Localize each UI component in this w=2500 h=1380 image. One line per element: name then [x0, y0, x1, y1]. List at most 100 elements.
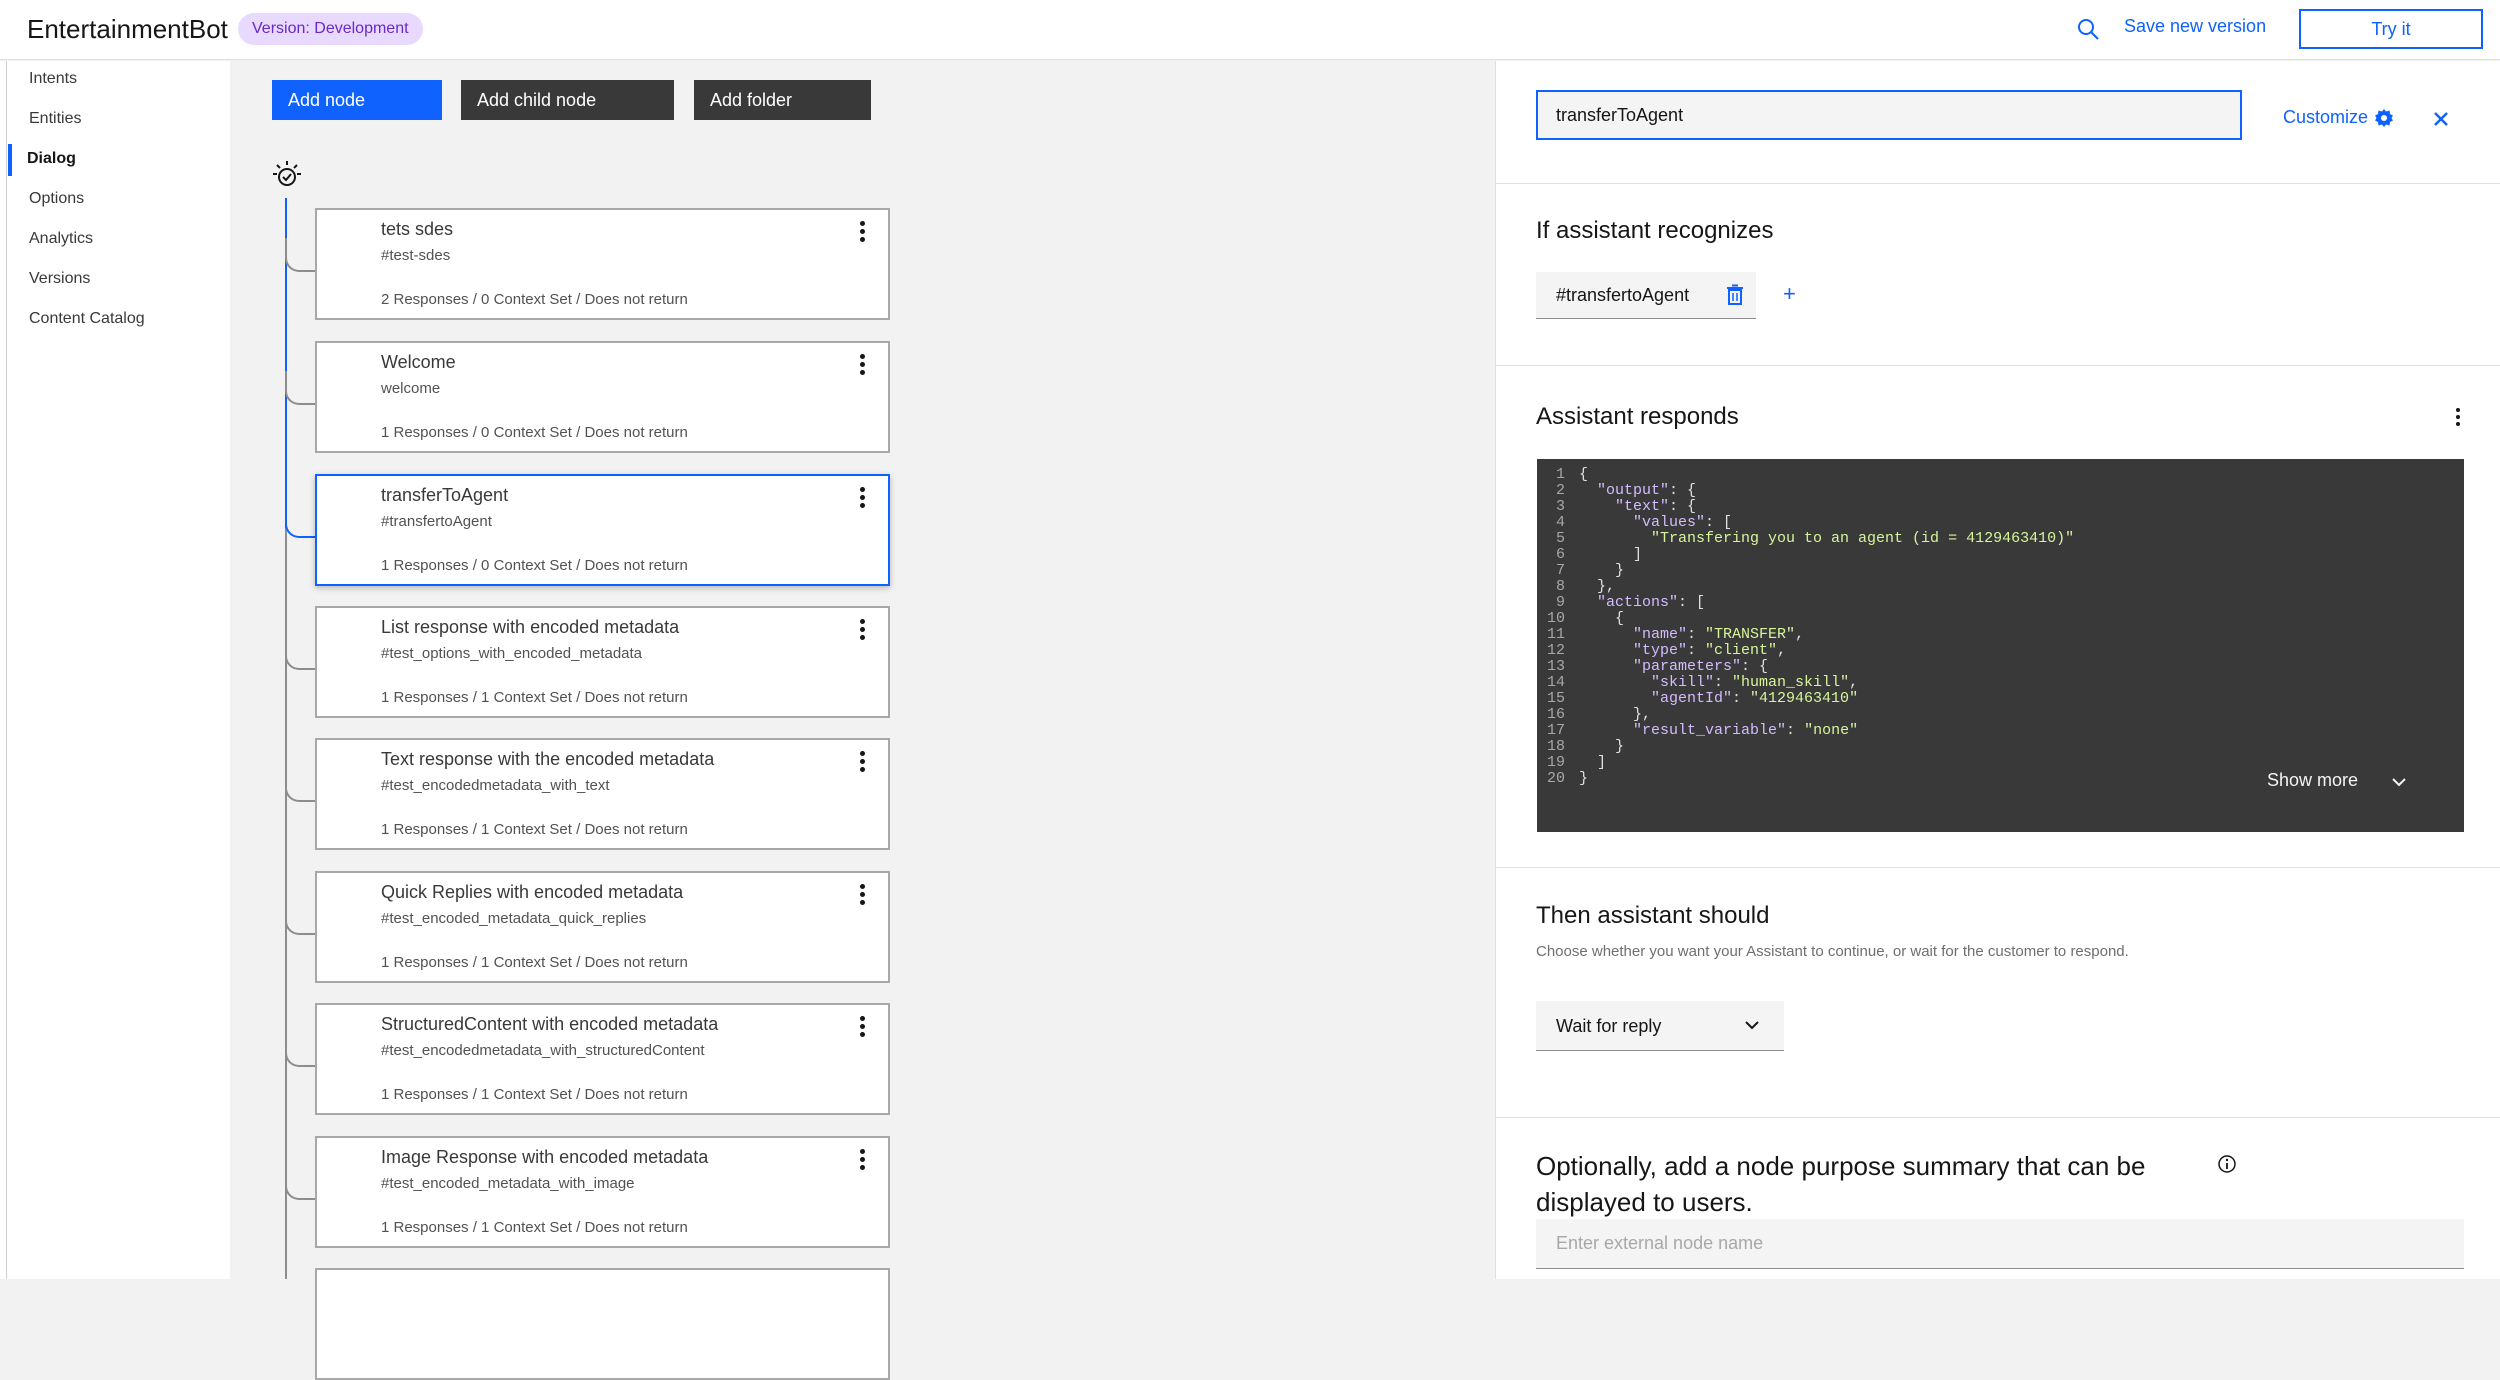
code-token: "skill" — [1651, 674, 1715, 691]
add-folder-button[interactable]: Add folder — [694, 80, 871, 120]
code-token: : — [1732, 690, 1751, 707]
code-token: "4129463410" — [1750, 690, 1859, 707]
code-token: "text" — [1615, 498, 1670, 515]
sidebar-item-content-catalog[interactable]: Content Catalog — [29, 310, 145, 328]
code-token: { — [1579, 466, 1589, 483]
show-more-button[interactable]: Show more — [2267, 770, 2358, 791]
condition-text: #transfertoAgent — [1556, 285, 1690, 305]
node-summary: 2 Responses / 0 Context Set / Does not r… — [381, 291, 688, 308]
responds-title: Assistant responds — [1536, 403, 1739, 430]
trash-icon[interactable] — [1725, 284, 1745, 306]
sidebar-item-entities[interactable]: Entities — [29, 110, 81, 128]
then-title: Then assistant should — [1536, 902, 1770, 929]
overflow-menu-icon[interactable] — [850, 1146, 874, 1174]
section-divider — [1496, 1117, 2500, 1118]
line-number: 11 — [1546, 626, 1565, 643]
version-tag[interactable]: Version: Development — [238, 13, 423, 45]
gear-icon[interactable] — [2374, 108, 2394, 128]
code-token: }, — [1579, 578, 1616, 595]
search-icon[interactable] — [2076, 17, 2100, 41]
code-token: } — [1579, 738, 1625, 755]
overflow-menu-icon[interactable] — [850, 881, 874, 909]
overflow-menu-icon[interactable] — [850, 1013, 874, 1041]
add-node-button[interactable]: Add node — [272, 80, 442, 120]
response-overflow-menu-icon[interactable] — [2448, 405, 2468, 429]
dialog-node[interactable]: Image Response with encoded metadata #tes… — [315, 1136, 890, 1248]
overflow-menu-icon[interactable] — [850, 484, 874, 512]
line-number: 13 — [1546, 658, 1565, 675]
dialog-node[interactable]: StructuredContent with encoded metadata #… — [315, 1003, 890, 1115]
sidebar-item-intents[interactable]: Intents — [29, 70, 77, 88]
overflow-menu-icon[interactable] — [850, 351, 874, 379]
line-number: 4 — [1555, 514, 1565, 531]
sidebar-item-versions[interactable]: Versions — [29, 270, 90, 288]
node-summary: 1 Responses / 1 Context Set / Does not r… — [381, 689, 688, 706]
node-title: StructuredContent with encoded metadata — [381, 1014, 719, 1034]
app-title: EntertainmentBot — [27, 14, 228, 44]
dialog-node[interactable]: transferToAgent #transfertoAgent 1 Respons… — [315, 474, 890, 586]
code-line: 5 "Transfering you to an agent (id = 412… — [1537, 531, 2074, 547]
line-number: 15 — [1546, 690, 1565, 707]
dialog-node[interactable]: tets sdes #test-sdes 2 Responses / 0 Conte… — [315, 208, 890, 320]
overflow-menu-icon[interactable] — [850, 616, 874, 644]
node-title: Image Response with encoded metadata — [381, 1147, 709, 1167]
code-token: "actions" — [1597, 594, 1679, 611]
customize-link[interactable]: Customize — [2283, 107, 2368, 128]
code-line: 16 }, — [1537, 707, 2074, 723]
json-code-editor[interactable]: 1{2 "output": {3 "text": {4 "values": [5… — [1537, 459, 2464, 832]
code-token: "values" — [1633, 514, 1706, 531]
node-title: transferToAgent — [381, 485, 509, 505]
line-number: 10 — [1546, 610, 1565, 627]
top-header: EntertainmentBot Version: Development Sa… — [0, 0, 2500, 60]
dialog-node[interactable]: Text response with the encoded metadata #… — [315, 738, 890, 850]
dialog-node[interactable]: List response with encoded metadata #test… — [315, 606, 890, 718]
code-token: { — [1579, 610, 1625, 627]
code-line: 19 ] — [1537, 755, 2074, 771]
sidebar-item-dialog[interactable]: Dialog — [27, 150, 76, 168]
code-line: 3 "text": { — [1537, 499, 2074, 515]
node-summary: 1 Responses / 1 Context Set / Does not r… — [381, 1086, 688, 1103]
code-token: : — [1786, 722, 1805, 739]
external-node-name-input[interactable] — [1536, 1219, 2464, 1269]
dialog-node-partial[interactable] — [315, 1268, 890, 1380]
recognizes-title: If assistant recognizes — [1536, 217, 1774, 244]
node-condition: #transfertoAgent — [381, 513, 492, 530]
code-line: 10 { — [1537, 611, 2074, 627]
overflow-menu-icon[interactable] — [850, 748, 874, 776]
close-icon[interactable] — [2430, 108, 2452, 130]
dialog-node[interactable]: Welcome welcome 1 Responses / 0 Context Se… — [315, 341, 890, 453]
info-icon[interactable] — [2217, 1154, 2237, 1174]
node-editor-panel: Customize If assistant recognizes #trans… — [1495, 61, 2500, 1279]
chevron-down-icon[interactable] — [2389, 772, 2409, 792]
add-condition-button[interactable]: + — [1783, 281, 1796, 307]
node-condition: #test_encodedmetadata_with_text — [381, 777, 610, 794]
code-token: : [ — [1678, 594, 1706, 611]
code-token: ] — [1579, 546, 1643, 563]
code-token: : — [1714, 674, 1733, 691]
code-line: 13 "parameters": { — [1537, 659, 2074, 675]
code-token: , — [1795, 626, 1805, 643]
sidebar-item-analytics[interactable]: Analytics — [29, 230, 93, 248]
tree-branch — [285, 504, 315, 538]
condition-chip[interactable]: #transfertoAgent — [1536, 272, 1756, 319]
save-new-version-link[interactable]: Save new version — [2124, 16, 2266, 37]
next-step-dropdown[interactable]: Wait for reply — [1536, 1001, 1784, 1051]
try-it-button[interactable]: Try it — [2299, 9, 2483, 49]
line-number: 12 — [1546, 642, 1565, 659]
overflow-menu-icon[interactable] — [850, 218, 874, 246]
then-description: Choose whether you want your Assistant t… — [1536, 943, 2129, 960]
node-name-input[interactable] — [1536, 90, 2242, 140]
line-number: 17 — [1546, 722, 1565, 739]
node-condition: welcome — [381, 380, 441, 397]
code-token: , — [1777, 642, 1787, 659]
code-token: : [ — [1705, 514, 1733, 531]
add-child-node-button[interactable]: Add child node — [461, 80, 674, 120]
sidebar-item-options[interactable]: Options — [29, 190, 84, 208]
dialog-node[interactable]: Quick Replies with encoded metadata #test… — [315, 871, 890, 983]
code-token: : { — [1669, 498, 1697, 515]
tree-branch — [285, 238, 315, 272]
node-title: Welcome — [381, 352, 456, 372]
